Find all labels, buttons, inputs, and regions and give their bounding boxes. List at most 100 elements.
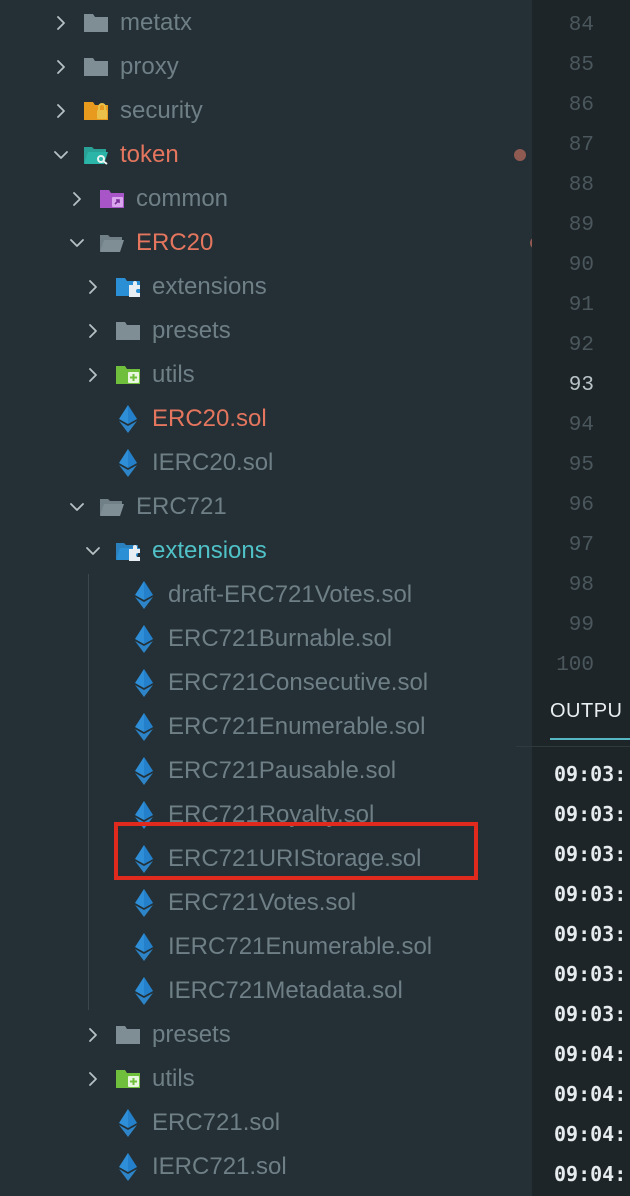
output-line-timestamp: 09:04: <box>554 1162 627 1186</box>
output-line-timestamp: 09:04: <box>554 1122 627 1146</box>
ethereum-file-icon <box>130 757 158 785</box>
line-number: 97 <box>568 534 594 557</box>
line-number: 95 <box>568 454 594 477</box>
tree-item-label: extensions <box>152 537 267 564</box>
chevron-down-icon[interactable] <box>82 529 104 573</box>
file-item[interactable]: ERC721Votes.sol <box>0 881 630 925</box>
ethereum-file-icon <box>130 581 158 609</box>
chevron-right-icon[interactable] <box>66 177 88 221</box>
line-number: 91 <box>568 294 594 317</box>
chevron-right-icon[interactable] <box>50 45 72 89</box>
folder-item[interactable]: presets <box>0 309 614 353</box>
folder-item[interactable]: ERC20 <box>0 221 598 265</box>
folder-item[interactable]: extensions <box>0 529 614 573</box>
file-item[interactable]: ERC721.sol <box>0 1101 614 1145</box>
chevron-right-icon[interactable] <box>82 309 104 353</box>
folder-icon <box>114 361 142 389</box>
file-item[interactable]: IERC721.sol <box>0 1145 614 1189</box>
tree-item-label: ERC721Enumerable.sol <box>168 713 426 740</box>
line-number: 92 <box>568 334 594 357</box>
tree-item-label: security <box>120 97 203 124</box>
file-item[interactable]: ERC721Pausable.sol <box>0 749 630 793</box>
chevron-down-icon[interactable] <box>66 485 88 529</box>
highlight-box <box>114 822 478 880</box>
folder-item[interactable]: metatx <box>0 1 582 45</box>
ethereum-file-icon <box>130 889 158 917</box>
tree-item-label: proxy <box>120 53 179 80</box>
tree-item-label: ERC721 <box>136 493 227 520</box>
line-number: 87 <box>568 134 594 157</box>
folder-open-icon <box>82 141 110 169</box>
tree-item-label: draft-ERC721Votes.sol <box>168 581 413 608</box>
folder-item[interactable]: utils <box>0 1057 614 1101</box>
tree-item-label: ERC20.sol <box>152 405 267 432</box>
tree-item-label: IERC721Enumerable.sol <box>168 933 433 960</box>
folder-item[interactable]: utils <box>0 353 614 397</box>
folder-icon <box>114 273 142 301</box>
tree-item-label: token <box>120 141 179 168</box>
tree-item-label: ERC721Votes.sol <box>168 889 357 916</box>
file-item[interactable]: ERC20.sol1 <box>0 397 614 441</box>
folder-open-icon <box>114 537 142 565</box>
file-explorer: metatx proxy security token common ERC20 exten… <box>0 0 562 1196</box>
folder-item[interactable]: security <box>0 89 582 133</box>
line-number: 90 <box>568 254 594 277</box>
tree-item-label: presets <box>152 1021 231 1048</box>
tree-item-label: ERC20 <box>136 229 214 256</box>
line-number: 93 <box>568 374 594 397</box>
folder-icon <box>114 1021 142 1049</box>
folder-icon <box>82 9 110 37</box>
folder-item[interactable]: presets <box>0 1013 614 1057</box>
chevron-right-icon[interactable] <box>82 1057 104 1101</box>
line-number: 89 <box>568 214 594 237</box>
output-line-timestamp: 09:03: <box>554 922 627 946</box>
line-number: 98 <box>568 574 594 597</box>
folder-item[interactable]: extensions <box>0 265 614 309</box>
chevron-right-icon[interactable] <box>82 265 104 309</box>
tree-item-label: common <box>136 185 229 212</box>
file-item[interactable]: ERC721Enumerable.sol <box>0 705 630 749</box>
tab-output[interactable]: OUTPU <box>550 700 623 723</box>
editor-line-number-gutter: 84 85 86 87 88 89 90 91 92 93 94 95 96 97 98 99 100 <box>532 0 630 690</box>
folder-icon <box>98 185 126 213</box>
chevron-right-icon[interactable] <box>50 1 72 45</box>
line-number: 94 <box>568 414 594 437</box>
folder-item[interactable]: common <box>0 177 598 221</box>
output-line-timestamp: 09:03: <box>554 962 627 986</box>
ethereum-file-icon <box>114 449 142 477</box>
folder-icon <box>114 1065 142 1093</box>
ethereum-file-icon <box>114 1153 142 1181</box>
file-item[interactable]: IERC721Enumerable.sol <box>0 925 630 969</box>
modified-dot <box>514 149 526 161</box>
tree-item-label: utils <box>152 361 195 388</box>
tab-output-underline <box>550 738 630 740</box>
chevron-down-icon[interactable] <box>66 221 88 265</box>
file-item[interactable]: IERC20.sol <box>0 441 614 485</box>
file-item[interactable]: IERC721Metadata.sol <box>0 969 630 1013</box>
tree-item-label: IERC721Metadata.sol <box>168 977 403 1004</box>
output-line-timestamp: 09:03: <box>554 802 627 826</box>
line-number: 85 <box>568 54 594 77</box>
folder-item[interactable]: token <box>0 133 582 177</box>
tree-item-label: utils <box>152 1065 195 1092</box>
line-number: 100 <box>556 654 594 677</box>
folder-item[interactable]: ERC721 <box>0 485 598 529</box>
folder-open-icon <box>98 229 126 257</box>
output-line-timestamp: 09:04: <box>554 1082 627 1106</box>
tree-item-label: metatx <box>120 9 193 36</box>
chevron-down-icon[interactable] <box>50 133 72 177</box>
chevron-right-icon[interactable] <box>82 1013 104 1057</box>
chevron-right-icon[interactable] <box>50 89 72 133</box>
tree-item-label: IERC721.sol <box>152 1153 287 1180</box>
line-number: 86 <box>568 94 594 117</box>
tree-item-label: ERC721Burnable.sol <box>168 625 393 652</box>
ethereum-file-icon <box>130 933 158 961</box>
output-line-timestamp: 09:03: <box>554 1002 627 1026</box>
folder-item[interactable]: proxy <box>0 45 582 89</box>
output-line-timestamp: 09:03: <box>554 882 627 906</box>
ethereum-file-icon <box>114 405 142 433</box>
output-line-timestamp: 09:03: <box>554 762 627 786</box>
chevron-right-icon[interactable] <box>82 353 104 397</box>
output-line-timestamp: 09:03: <box>554 842 627 866</box>
line-number: 84 <box>568 14 594 37</box>
